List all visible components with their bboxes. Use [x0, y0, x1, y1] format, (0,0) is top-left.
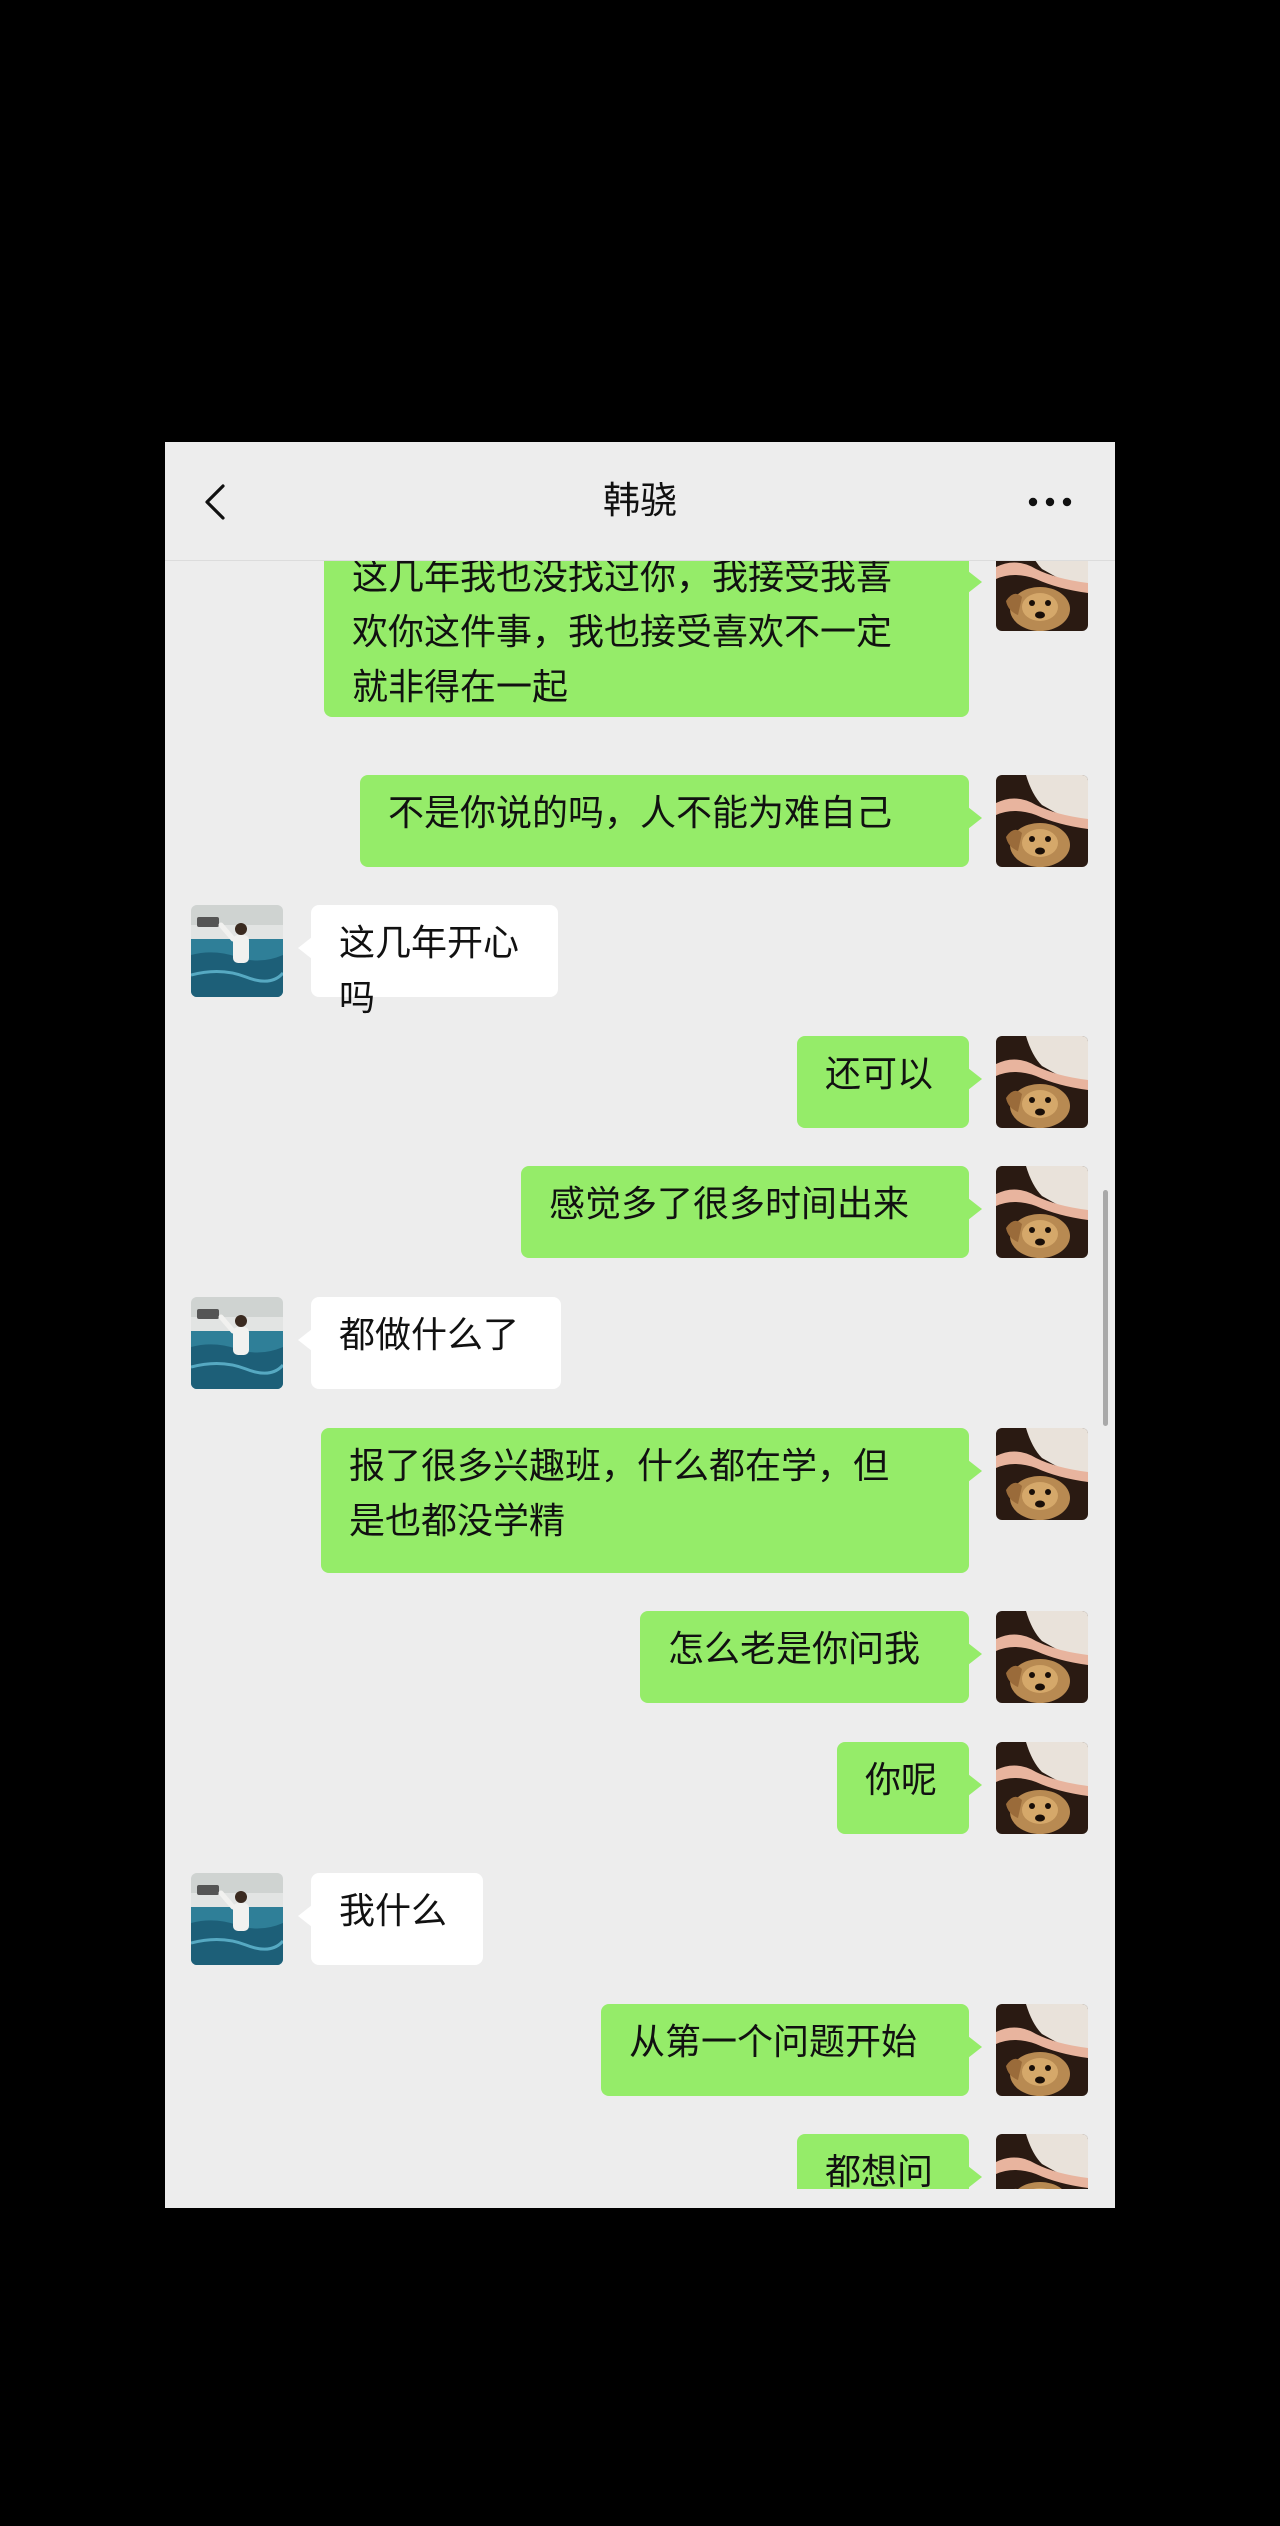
- dog-photo-icon: [996, 775, 1088, 867]
- my-avatar[interactable]: [996, 1166, 1088, 1258]
- pool-photo-icon: [191, 905, 283, 997]
- message-bubble[interactable]: 这几年开心吗: [298, 905, 558, 1019]
- message-bubble[interactable]: 感觉多了很多时间出来: [521, 1166, 982, 1258]
- dog-photo-icon: [996, 1742, 1088, 1834]
- dog-photo-icon: [996, 2004, 1088, 2096]
- chat-title: 韩骁: [603, 479, 677, 522]
- message-bubble[interactable]: 这几年我也没找过你，我接受我喜 欢你这件事，我也接受喜欢不一定 就非得在一起: [324, 561, 982, 717]
- dog-photo-icon: [996, 2134, 1088, 2189]
- contact-avatar[interactable]: [191, 1873, 283, 1965]
- navigation-bar: 韩骁: [165, 442, 1115, 561]
- contact-avatar[interactable]: [191, 905, 283, 997]
- dog-photo-icon: [996, 1611, 1088, 1703]
- pool-photo-icon: [191, 1297, 283, 1389]
- dog-photo-icon: [996, 1036, 1088, 1128]
- my-avatar[interactable]: [996, 1742, 1088, 1834]
- message-bubble[interactable]: 你呢: [837, 1742, 982, 1834]
- dog-photo-icon: [996, 1428, 1088, 1520]
- my-avatar[interactable]: [996, 1428, 1088, 1520]
- message-bubble[interactable]: 都做什么了: [298, 1297, 561, 1389]
- scrollbar[interactable]: [1103, 1190, 1108, 1426]
- message-bubble[interactable]: 不是你说的吗，人不能为难自己: [360, 775, 982, 867]
- dog-photo-icon: [996, 561, 1088, 631]
- my-avatar[interactable]: [996, 1611, 1088, 1703]
- message-bubble[interactable]: 都想问: [797, 2134, 982, 2189]
- message-bubble[interactable]: 怎么老是你问我: [640, 1611, 982, 1703]
- dog-photo-icon: [996, 1166, 1088, 1258]
- my-avatar[interactable]: [996, 775, 1088, 867]
- message-bubble[interactable]: 报了很多兴趣班，什么都在学，但 是也都没学精: [321, 1428, 982, 1573]
- message-list[interactable]: 这几年我也没找过你，我接受我喜 欢你这件事，我也接受喜欢不一定 就非得在一起 不…: [165, 561, 1115, 2189]
- chat-screen: 韩骁 这几年我也没找过你，我接受我喜 欢你这件事，我也接受喜欢不一定 就非得在一…: [165, 442, 1115, 2208]
- message-bubble[interactable]: 我什么: [298, 1873, 483, 1965]
- message-bubble[interactable]: 还可以: [797, 1036, 982, 1128]
- my-avatar[interactable]: [996, 2004, 1088, 2096]
- my-avatar[interactable]: [996, 561, 1088, 631]
- pool-photo-icon: [191, 1873, 283, 1965]
- my-avatar[interactable]: [996, 2134, 1088, 2189]
- message-bubble[interactable]: 从第一个问题开始: [601, 2004, 982, 2096]
- contact-avatar[interactable]: [191, 1297, 283, 1389]
- more-dots-icon[interactable]: [1025, 490, 1075, 514]
- my-avatar[interactable]: [996, 1036, 1088, 1128]
